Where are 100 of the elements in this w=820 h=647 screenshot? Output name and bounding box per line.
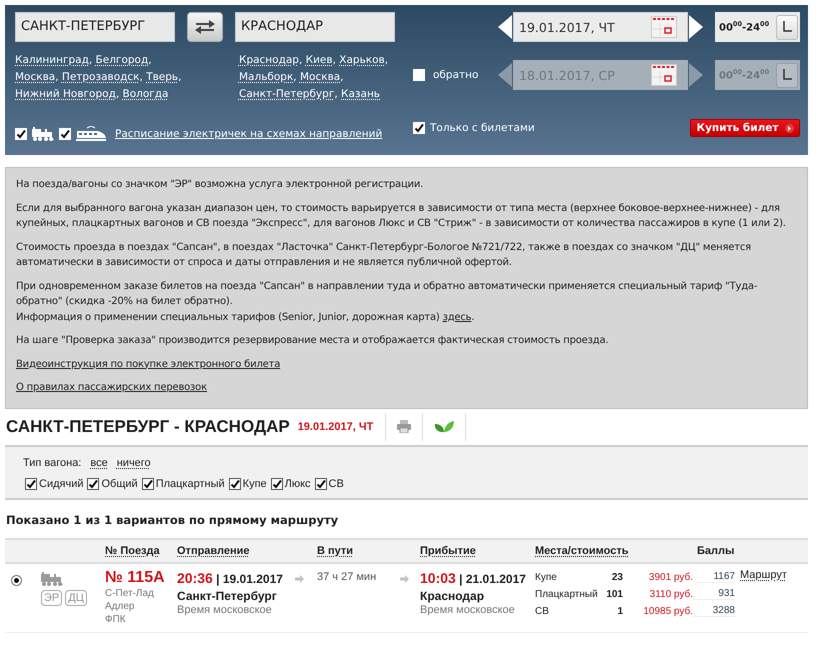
separator: , — [140, 71, 143, 83]
price-text: 3901 руб. — [648, 572, 693, 582]
checkbox-label: Сидячий — [39, 478, 84, 490]
points-text: 3288 — [693, 605, 735, 617]
seat-count: 101 — [605, 588, 623, 600]
city-link[interactable]: Краснодар — [238, 53, 299, 67]
service-badge: ДЦ — [65, 590, 87, 606]
checkbox[interactable] — [228, 478, 241, 490]
city-link[interactable]: Белгород — [96, 53, 148, 67]
schedule-link[interactable]: Расписание электричек на схемах направлений — [115, 128, 382, 140]
column-header[interactable]: Места/стоимость — [535, 544, 665, 556]
previous-date-arrow — [498, 63, 512, 87]
separator: , — [178, 71, 182, 83]
divider: | — [216, 572, 220, 586]
next-date-arrow[interactable] — [689, 15, 703, 39]
points-text: 1167 — [693, 571, 735, 583]
date-field: 18.01.2017, СР — [513, 60, 688, 90]
print-icon[interactable] — [397, 420, 412, 433]
city-link[interactable]: Мальборк — [238, 70, 294, 84]
city-link[interactable]: Москва — [15, 70, 56, 84]
time-field[interactable]: 00$^{00}$-24$^{00}$ — [715, 12, 800, 42]
city-link[interactable]: Киев — [306, 53, 333, 67]
info-link[interactable]: Видеоинструкция по покупке электронного билета — [16, 358, 280, 370]
city-link[interactable]: Тверь — [146, 70, 178, 84]
checkbox[interactable] — [59, 128, 71, 140]
filter-link[interactable]: ничего — [116, 456, 151, 468]
city-link[interactable]: Харьков — [339, 53, 385, 67]
swap-button[interactable] — [187, 12, 223, 42]
checkbox[interactable] — [87, 478, 100, 490]
checkbox[interactable] — [15, 128, 27, 140]
column-header[interactable]: Прибытие — [420, 544, 535, 556]
city-link[interactable]: Казань — [341, 87, 380, 101]
clock-button[interactable] — [776, 14, 798, 40]
column-header: Баллы — [696, 544, 736, 556]
city-link[interactable]: Вологда — [122, 87, 168, 101]
next-date-arrow — [689, 63, 703, 87]
points-text: 931 — [693, 588, 735, 600]
date-field[interactable]: 19.01.2017, ЧТ — [513, 12, 688, 42]
here-link[interactable]: здесь — [442, 312, 472, 322]
separator: , — [293, 71, 297, 83]
time-field: 00$^{00}$-24$^{00}$ — [715, 60, 800, 90]
checkbox[interactable] — [413, 122, 425, 134]
separator: , — [88, 54, 92, 66]
info-text: На шаге "Проверка заказа" производится резервирование места и отображается фактическая стоимость проезда. — [16, 334, 610, 348]
route-text: Адлер — [105, 600, 136, 612]
previous-date-arrow[interactable] — [498, 15, 512, 39]
arrow-icon — [400, 574, 409, 582]
separator: , — [148, 54, 152, 66]
city-link[interactable]: Санкт-Петербург — [238, 87, 334, 101]
column-header[interactable]: № Поезда — [105, 544, 177, 556]
date-text: 21.01.2017 — [466, 572, 526, 586]
checkbox-label: обратно — [433, 69, 478, 81]
to-field[interactable]: КРАСНОДАР — [235, 12, 395, 42]
clock-icon — [782, 21, 792, 33]
info-text: Стоимость проезда в поездах "Сапсан", в поездах "Ласточка" Санкт-Петербург-Бологое №721/722, также в поездах со значком "ДЦ" меняется автоматически в зависимости от спроса и даты отправления и не является публичной офертой. — [16, 240, 752, 270]
column-header[interactable]: В пути — [317, 544, 400, 556]
checkbox[interactable] — [142, 478, 154, 490]
calendar-icon — [651, 64, 677, 86]
city-link[interactable]: Москва — [300, 70, 340, 84]
separator: , — [55, 71, 59, 83]
clock-icon — [782, 69, 792, 81]
city-link[interactable]: Петрозаводск — [62, 70, 140, 84]
timezone-text: Время московское — [177, 604, 273, 616]
checkbox[interactable] — [25, 478, 37, 490]
service-badge: ЭР — [41, 590, 62, 606]
route-title: САНКТ-ПЕТЕРБУРГ - КРАСНОДАР — [6, 416, 290, 436]
leaf-icon[interactable] — [434, 420, 454, 432]
column-header[interactable]: Отправление — [177, 544, 295, 556]
date-text: 19.01.2017, ЧТ — [298, 412, 386, 440]
checkbox-label: Люкс — [284, 478, 311, 490]
filter-link[interactable]: все — [90, 456, 108, 468]
checkbox[interactable] — [270, 478, 283, 490]
car-type: СВ — [535, 606, 550, 616]
city-link[interactable]: Калининград — [15, 53, 89, 67]
results-summary: Показано 1 из 1 вариантов по прямому маршруту — [6, 512, 340, 526]
city-link[interactable]: Нижний Новгород — [15, 87, 116, 101]
info-text: Информация о применении специальных тарифов (Senior, Junior, дорожная карта) здесь. — [16, 310, 476, 324]
from-field[interactable]: САНКТ-ПЕТЕРБУРГ — [15, 12, 175, 42]
seat-count: 23 — [610, 572, 623, 582]
checkbox[interactable] — [314, 478, 327, 490]
arrow-icon — [295, 574, 304, 582]
seat-count: 1 — [616, 606, 623, 616]
checkbox-label: СВ — [328, 478, 344, 490]
buy-button[interactable]: Купить билет — [690, 119, 800, 137]
radio-button[interactable] — [11, 574, 22, 586]
calendar-icon — [651, 16, 677, 38]
checkbox-label: Купе — [242, 478, 267, 490]
info-text: При одновременном заказе билетов на поезда "Сапсан" в направлении туда и обратно автоматически применяется специальный тариф "Туда-обратно" (скидка -20% на билет обратно). — [16, 280, 758, 309]
train-number: № 115А — [105, 568, 166, 586]
date-text: 19.01.2017 — [222, 572, 283, 586]
price-text: 3110 руб. — [648, 588, 693, 600]
separator: , — [340, 71, 344, 83]
separator: , — [298, 54, 302, 66]
route-link[interactable]: Маршрут — [740, 568, 787, 580]
separator: , — [384, 54, 388, 66]
info-text: Если для выбранного вагона указан диапазон цен, то стоимость варьируется в зависимости от типа места (верхнее боковое-верхнее-нижнее) - для купейных, плацкартных вагонов и СВ поезда "Экспресс", для вагонов Люкс и СВ "Стриж" - в зависимости от количества пассажиров в купе (1 или 2). — [16, 202, 787, 231]
locomotive-icon — [32, 127, 54, 141]
info-link[interactable]: О правилах пассажирских перевозок — [16, 382, 207, 393]
carrier-text: ФПК — [105, 612, 127, 626]
locomotive-icon — [41, 572, 63, 586]
